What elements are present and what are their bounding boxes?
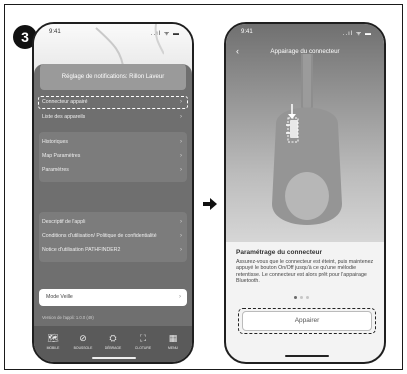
menu-item-user-manual[interactable]: Notice d'utilisation PATHFINDER2 › [42, 245, 182, 256]
menu-item-settings[interactable]: Paramètres › [42, 165, 182, 176]
map-icon: 🗺 [47, 333, 59, 343]
menu-item-app-description[interactable]: Descriptif de l'appli › [42, 217, 182, 228]
bottom-tab-bar: 🗺 MOBILE ⊘ BOUSSOLE ⛭ DÉBRAGE ⛶ CLOTURE … [34, 326, 192, 362]
chevron-right-icon: › [180, 153, 182, 159]
menu-item-label: Paramètres [42, 167, 69, 173]
grid-icon: ▦ [168, 333, 178, 343]
chevron-right-icon: › [180, 167, 182, 173]
menu-item-label: Notice d'utilisation PATHFINDER2 [42, 247, 121, 253]
frame-icon: ⛶ [139, 333, 147, 343]
instruction-frame: 3 9:41 ..ıl ᯤ ▬ Réglage de notifications… [4, 4, 403, 370]
chevron-right-icon: › [179, 294, 181, 300]
home-indicator [285, 355, 329, 357]
phone-pairing-screen: 9:41 ..ıl ᯤ ▬ ‹ Appairage du connecteur … [224, 22, 386, 364]
chevron-right-icon: › [180, 233, 182, 239]
page-dot [306, 296, 309, 299]
menu-item-label: Conditions d'utilisation/ Politique de c… [42, 233, 157, 239]
menu-item-label: Historiques [42, 139, 68, 145]
menu-item-device-list[interactable]: Liste des appareils › [42, 112, 182, 123]
page-dots [294, 296, 309, 299]
tab-label: MOBILE [46, 346, 60, 350]
section-title: Paramétrage du connecteur [236, 249, 322, 256]
sleep-mode-label: Mode Veille [46, 294, 73, 300]
phone-settings-screen: 9:41 ..ıl ᯤ ▬ Réglage de notifications: … [32, 22, 194, 364]
chevron-right-icon: › [180, 219, 182, 225]
menu-item-label: Connecteur appairé [42, 99, 88, 105]
chevron-right-icon: › [180, 114, 182, 120]
home-indicator [92, 357, 136, 359]
tab-label: DÉBRAGE [104, 346, 122, 350]
chevron-right-icon: › [180, 247, 182, 253]
menu-item-terms[interactable]: Conditions d'utilisation/ Politique de c… [42, 231, 182, 242]
menu-item-map-settings[interactable]: Map Paramètres › [42, 151, 182, 162]
page-dot [294, 296, 297, 299]
instructions-text: Assurez-vous que le connecteur est étein… [236, 259, 374, 285]
mower-icon: ⛭ [109, 333, 117, 343]
menu-item-history[interactable]: Historiques › [42, 137, 182, 148]
menu-item-label: Map Paramètres [42, 153, 81, 159]
pair-button[interactable]: Appairer [242, 311, 372, 331]
chevron-right-icon: › [180, 99, 182, 105]
chevron-right-icon: › [180, 139, 182, 145]
app-version: Version de l'appli: 1.0.0 (49) [42, 315, 94, 320]
connector-device-icon [272, 54, 342, 225]
status-time: 9:41 [241, 29, 253, 35]
tab-mobile[interactable]: 🗺 MOBILE [40, 332, 66, 362]
notification-settings-card[interactable]: Réglage de notifications: Rillon Laveur [40, 64, 186, 90]
signal-battery-icon: ..ıl ᯤ ▬ [342, 31, 372, 37]
status-time: 9:41 [49, 29, 61, 35]
tab-label: BOUSSOLE [73, 346, 93, 350]
page-dot [300, 296, 303, 299]
pairing-hero: 9:41 ..ıl ᯤ ▬ ‹ Appairage du connecteur [226, 24, 384, 242]
status-bar: 9:41 ..ıl ᯤ ▬ [226, 24, 384, 40]
arrow-right-icon [203, 198, 217, 210]
menu-item-label: Liste des appareils [42, 114, 86, 120]
menu-item-label: Descriptif de l'appli [42, 219, 86, 225]
menu-item-connector[interactable]: Connecteur appairé › [42, 97, 182, 108]
tab-label: CLOTURE [134, 346, 152, 350]
tab-menu[interactable]: ▦ MENU [160, 332, 186, 362]
tab-label: MENU [168, 346, 178, 350]
compass-icon: ⊘ [79, 333, 87, 343]
sleep-mode-item[interactable]: Mode Veille › [39, 289, 187, 306]
